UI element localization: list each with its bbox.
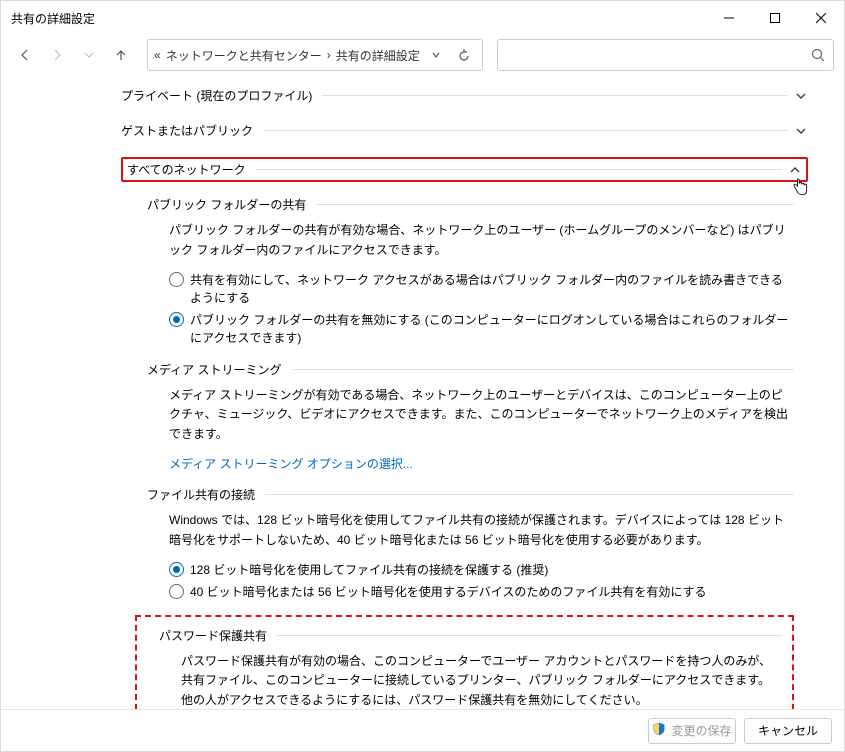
footer: 変更の保存 キャンセル xyxy=(1,709,844,751)
titlebar: 共有の詳細設定 xyxy=(1,1,844,35)
section-password-desc: パスワード保護共有が有効の場合、このコンピューターでユーザー アカウントとパスワ… xyxy=(181,652,782,709)
section-fileconn-desc: Windows では、128 ビット暗号化を使用してファイル共有の接続が保護され… xyxy=(169,511,794,551)
section-media-desc: メディア ストリーミングが有効である場合、ネットワーク上のユーザーとデバイスは、… xyxy=(169,386,794,445)
address-dropdown-button[interactable] xyxy=(424,43,448,67)
breadcrumb-item[interactable]: ネットワークと共有センター xyxy=(166,47,322,64)
media-streaming-link[interactable]: メディア ストリーミング オプションの選択... xyxy=(169,455,794,472)
back-button[interactable] xyxy=(11,41,39,69)
section-fileconn-header: ファイル共有の接続 xyxy=(147,486,794,503)
save-button[interactable]: 変更の保存 xyxy=(648,718,736,744)
close-button[interactable] xyxy=(798,2,844,34)
profile-private-header[interactable]: プライベート (現在のプロファイル) xyxy=(121,87,808,104)
radio-128bit[interactable]: 128 ビット暗号化を使用してファイル共有の接続を保護する (推奨) xyxy=(169,561,794,579)
highlight-all-networks: すべてのネットワーク xyxy=(121,157,808,182)
cancel-button[interactable]: キャンセル xyxy=(744,718,832,744)
radio-public-disable[interactable]: パブリック フォルダーの共有を無効にする (このコンピューターにログオンしている… xyxy=(169,311,794,347)
recent-locations-button[interactable] xyxy=(75,41,103,69)
forward-button[interactable] xyxy=(43,41,71,69)
radio-4056bit[interactable]: 40 ビット暗号化または 56 ビット暗号化を使用するデバイスのためのファイル共… xyxy=(169,583,794,601)
profile-label: すべてのネットワーク xyxy=(127,161,246,178)
section-password-header: パスワード保護共有 xyxy=(159,627,782,644)
chevron-down-icon xyxy=(794,89,808,103)
window-title: 共有の詳細設定 xyxy=(1,10,95,27)
address-bar[interactable]: « ネットワークと共有センター › 共有の詳細設定 xyxy=(147,39,483,71)
profile-all-header[interactable]: すべてのネットワーク xyxy=(127,161,802,178)
up-button[interactable] xyxy=(107,41,135,69)
profile-label: ゲストまたはパブリック xyxy=(121,122,253,139)
highlight-password-section: パスワード保護共有 パスワード保護共有が有効の場合、このコンピューターでユーザー… xyxy=(135,615,794,709)
shield-icon xyxy=(652,722,666,739)
section-public-desc: パブリック フォルダーの共有が有効な場合、ネットワーク上のユーザー (ホームグル… xyxy=(169,221,794,261)
nav-row: « ネットワークと共有センター › 共有の詳細設定 xyxy=(1,35,844,75)
chevron-down-icon xyxy=(794,124,808,138)
breadcrumb-item[interactable]: 共有の詳細設定 xyxy=(336,47,420,64)
minimize-button[interactable] xyxy=(706,2,752,34)
maximize-button[interactable] xyxy=(752,2,798,34)
breadcrumb-sep: › xyxy=(327,48,331,62)
breadcrumb-prefix: « xyxy=(154,48,161,62)
chevron-up-icon xyxy=(788,163,802,177)
search-input[interactable] xyxy=(497,39,834,71)
profile-guest-header[interactable]: ゲストまたはパブリック xyxy=(121,122,808,139)
radio-public-enable[interactable]: 共有を有効にして、ネットワーク アクセスがある場合はパブリック フォルダー内のフ… xyxy=(169,271,794,307)
section-public-header: パブリック フォルダーの共有 xyxy=(147,196,794,213)
hand-cursor-icon xyxy=(790,177,810,200)
refresh-button[interactable] xyxy=(452,43,476,67)
profile-label: プライベート (現在のプロファイル) xyxy=(121,87,312,104)
section-media-header: メディア ストリーミング xyxy=(147,361,794,378)
search-icon xyxy=(811,48,825,62)
